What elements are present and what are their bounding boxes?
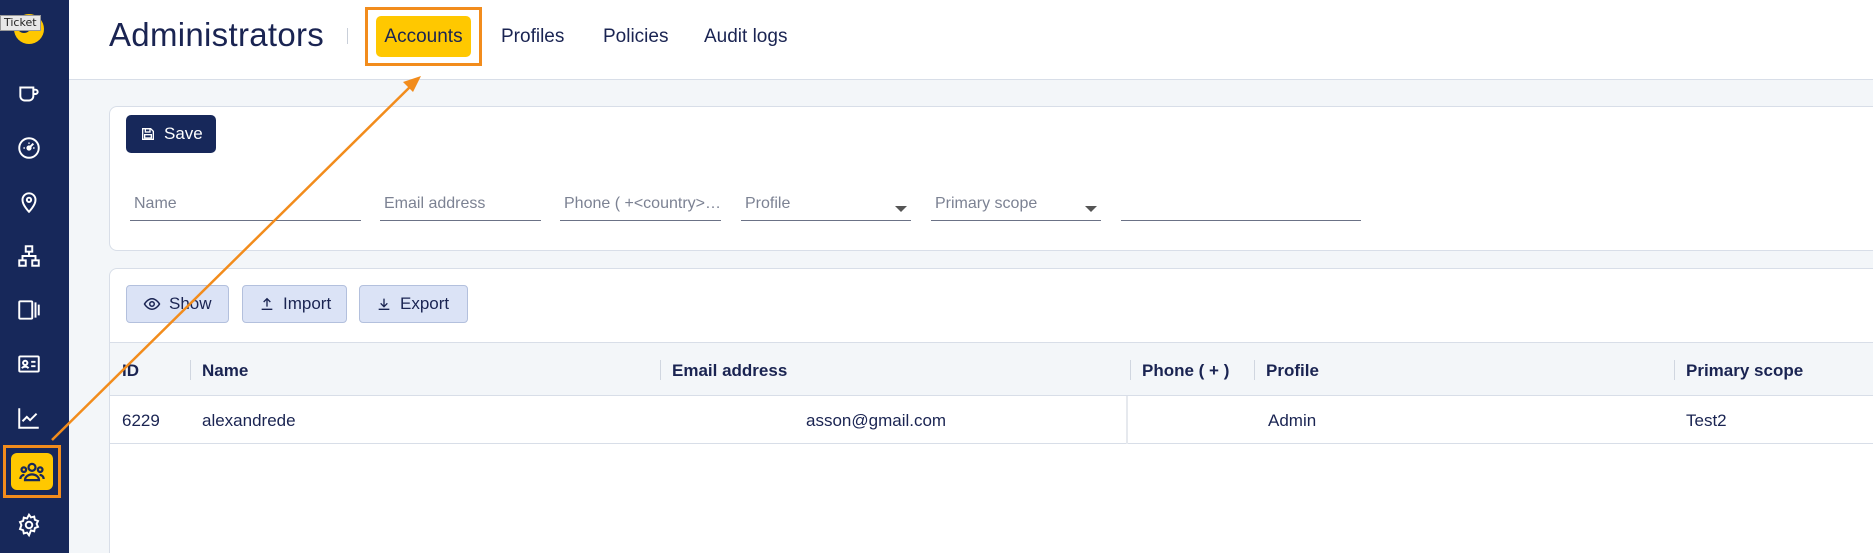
sidebar-item-reports[interactable] [14,403,44,433]
primary-scope-filter-select[interactable]: Primary scope [931,187,1101,221]
dashboard-gauge-icon [18,137,40,159]
sidebar: Ticket [0,0,69,553]
title-divider [347,28,348,44]
sidebar-item-administrators[interactable] [3,445,61,498]
id-card-icon [18,355,40,373]
chevron-down-icon [895,206,907,212]
extra-filter-input[interactable] [1121,187,1361,221]
column-header-email[interactable]: Email address [672,361,787,381]
gear-icon [18,512,40,538]
chevron-down-icon [1085,206,1097,212]
column-divider[interactable] [1130,360,1131,380]
cell-primary-scope: Test2 [1686,411,1727,430]
accounts-table-panel: Show Import Export ID Name Email address… [109,268,1873,553]
tooltip: Ticket [0,15,41,31]
page-title: Administrators [109,16,325,53]
tab-policies[interactable]: Policies [603,16,668,58]
row-divider [1126,396,1128,444]
cup-icon [19,86,39,102]
column-header-profile[interactable]: Profile [1266,361,1319,381]
upload-icon [261,297,273,310]
column-header-primary-scope[interactable]: Primary scope [1686,361,1803,381]
cell-name: alexandrede [202,411,296,430]
profile-filter-select[interactable]: Profile [741,187,911,221]
show-button[interactable]: Show [126,285,229,323]
users-icon [19,462,45,481]
save-button-label: Save [164,124,203,143]
column-header-name[interactable]: Name [202,361,248,381]
column-header-phone[interactable]: Phone ( + ) [1142,361,1229,381]
tab-accounts[interactable]: Accounts [376,16,471,57]
devices-icon [18,300,40,320]
email-filter-input[interactable]: Email address [380,187,541,221]
sidebar-item-network[interactable] [14,241,44,271]
export-button[interactable]: Export [359,285,468,323]
floppy-disk-icon [142,128,154,140]
download-icon [378,298,390,310]
filter-panel: Save Name Email address Phone ( +<countr… [109,106,1873,251]
table-header: ID Name Email address Phone ( + ) Profil… [110,342,1873,396]
sidebar-item-locations[interactable] [14,187,44,217]
tab-profiles[interactable]: Profiles [501,16,564,58]
column-divider[interactable] [1674,360,1675,380]
location-pin-icon [21,192,37,214]
column-header-id[interactable]: ID [122,361,139,381]
column-divider[interactable] [660,360,661,380]
name-filter-input[interactable]: Name [130,187,361,221]
cell-email: asson@gmail.com [806,411,947,430]
sidebar-item-dashboard[interactable] [14,133,44,163]
save-button[interactable]: Save [126,115,216,153]
sidebar-item-settings[interactable] [14,510,44,540]
table-row[interactable]: 6229 alexandrede asson@gmail.com Admin T… [110,396,1873,444]
import-button[interactable]: Import [242,285,347,323]
tab-audit-logs[interactable]: Audit logs [704,16,787,58]
sidebar-item-devices[interactable] [14,295,44,325]
sidebar-item-cards[interactable] [14,349,44,379]
cell-profile: Admin [1268,411,1317,430]
tab-accounts-highlight: Accounts [365,7,482,66]
chart-line-icon [18,408,39,429]
network-icon [18,245,40,267]
eye-icon [143,297,161,311]
column-divider[interactable] [1254,360,1255,380]
column-divider[interactable] [190,360,191,380]
sidebar-item-cup[interactable] [14,79,44,109]
cell-id: 6229 [122,411,160,430]
phone-filter-input[interactable]: Phone ( +<country>… [560,187,721,221]
top-bar: Administrators Accounts Profiles Policie… [69,0,1873,80]
